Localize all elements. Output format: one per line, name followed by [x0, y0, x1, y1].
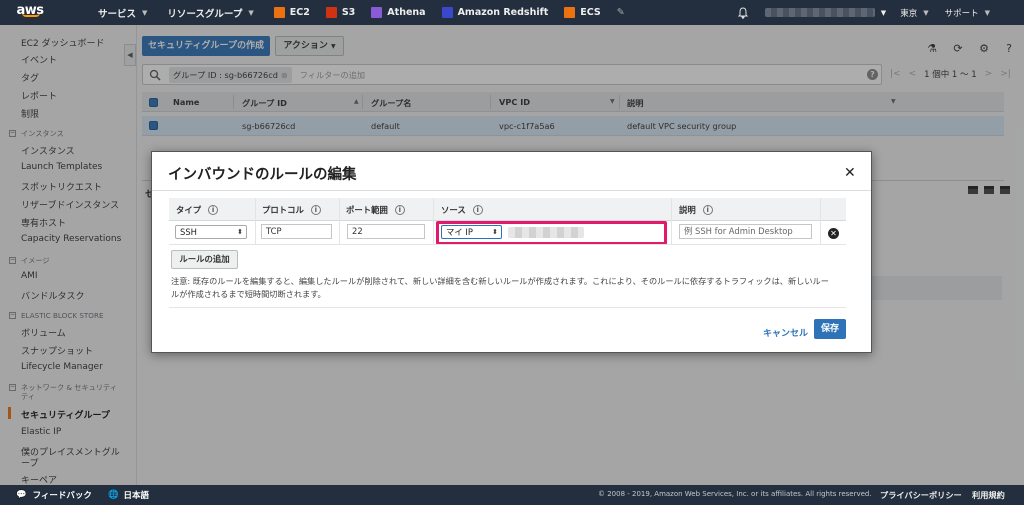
- shortcut-athena[interactable]: Athena: [363, 0, 433, 25]
- athena-icon: [371, 7, 383, 18]
- column-divider: [339, 198, 340, 244]
- s3-icon: [325, 7, 337, 18]
- shortcut-ecs[interactable]: ECS: [556, 0, 608, 25]
- ecs-icon: [564, 7, 576, 18]
- shortcut-label: S3: [341, 7, 356, 18]
- info-icon[interactable]: i: [310, 205, 321, 215]
- info-icon[interactable]: i: [208, 205, 219, 215]
- divider: [152, 190, 871, 191]
- shortcut-ec2[interactable]: EC2: [266, 0, 318, 25]
- feedback-label: フィードバック: [32, 491, 92, 501]
- info-icon[interactable]: i: [472, 205, 483, 215]
- divider: [169, 244, 846, 245]
- column-port-range: ポート範囲 i: [346, 204, 405, 216]
- feedback-link[interactable]: 💬 フィードバック: [16, 489, 92, 501]
- column-description-label: 説明: [679, 205, 696, 215]
- resource-groups-label: リソースグループ: [167, 8, 243, 20]
- bell-icon[interactable]: [737, 6, 749, 19]
- shortcut-label: EC2: [289, 7, 310, 18]
- chevron-down-icon: ▼: [142, 8, 148, 17]
- dialog-title: インバウンドのルールの編集: [168, 167, 357, 183]
- chevron-down-icon: ▼: [248, 8, 254, 17]
- shortcut-label: Amazon Redshift: [457, 7, 549, 18]
- support-label: サポート: [944, 8, 979, 19]
- aws-logo[interactable]: aws: [0, 3, 60, 18]
- shortcut-redshift[interactable]: Amazon Redshift: [434, 0, 557, 25]
- region-menu[interactable]: 東京 ▼: [892, 0, 936, 25]
- column-protocol: プロトコル i: [262, 204, 321, 216]
- port-range-field[interactable]: 22: [347, 224, 425, 239]
- chevron-down-icon: ▼: [923, 8, 929, 17]
- services-menu[interactable]: サービス ▼: [90, 0, 155, 25]
- language-label: 日本語: [123, 491, 150, 501]
- column-divider: [671, 198, 672, 244]
- add-rule-button[interactable]: ルールの追加: [171, 250, 238, 269]
- chevron-down-icon: ▼: [984, 8, 990, 17]
- edit-inbound-rules-dialog: インバウンドのルールの編集 ✕ タイプ i プロトコル i ポート範囲 i ソース i …: [151, 151, 872, 353]
- resource-groups-menu[interactable]: リソースグループ ▼: [159, 0, 261, 25]
- copyright: © 2008 - 2019, Amazon Web Services, Inc.…: [598, 490, 872, 498]
- protocol-field[interactable]: TCP: [261, 224, 332, 239]
- column-type: タイプ i: [176, 204, 219, 216]
- footer: 💬 フィードバック 🌐 日本語 © 2008 - 2019, Amazon Web …: [0, 485, 1024, 505]
- region-label: 東京: [900, 8, 918, 19]
- redshift-icon: [441, 7, 453, 18]
- save-button[interactable]: 保存: [814, 319, 846, 339]
- column-port-range-label: ポート範囲: [346, 205, 388, 215]
- column-divider: [255, 198, 256, 244]
- column-source-label: ソース: [441, 205, 466, 215]
- description-field[interactable]: 例 SSH for Admin Desktop: [679, 224, 812, 239]
- divider: [169, 307, 846, 308]
- info-icon[interactable]: i: [702, 205, 713, 215]
- shortcut-s3[interactable]: S3: [318, 0, 363, 25]
- language-selector[interactable]: 🌐 日本語: [108, 489, 149, 501]
- privacy-link[interactable]: プライバシーポリシー: [880, 489, 962, 501]
- account-menu[interactable]: [764, 8, 875, 17]
- shortcut-label: Athena: [387, 7, 426, 18]
- globe-icon: 🌐: [107, 490, 119, 500]
- source-highlight: [436, 221, 667, 245]
- rules-table-header: タイプ i プロトコル i ポート範囲 i ソース i 説明 i: [169, 198, 846, 221]
- type-select[interactable]: SSH ⬍: [175, 225, 247, 239]
- terms-link[interactable]: 利用規約: [972, 489, 1005, 501]
- column-divider: [820, 198, 821, 244]
- info-icon[interactable]: i: [394, 205, 405, 215]
- support-menu[interactable]: サポート ▼: [937, 0, 998, 25]
- chat-icon: 💬: [16, 490, 27, 500]
- warning-note: 注意: 既存のルールを編集すると、編集したルールが削除されて、新しい詳細を含む新…: [171, 276, 829, 299]
- type-value: SSH: [180, 227, 197, 237]
- account-chevron-icon: ▼: [880, 8, 887, 17]
- cancel-button[interactable]: キャンセル: [763, 326, 808, 339]
- ec2-icon: [273, 7, 285, 18]
- close-icon[interactable]: ✕: [844, 165, 856, 181]
- column-protocol-label: プロトコル: [262, 205, 304, 215]
- column-type-label: タイプ: [176, 205, 202, 215]
- remove-rule-icon[interactable]: ✕: [828, 228, 839, 239]
- column-divider: [433, 198, 434, 244]
- shortcut-label: ECS: [580, 7, 601, 18]
- pin-icon[interactable]: ✎: [609, 0, 633, 25]
- select-arrows-icon: ⬍: [237, 228, 243, 236]
- column-source: ソース i: [441, 204, 483, 216]
- column-description: 説明 i: [679, 204, 713, 216]
- services-label: サービス: [98, 8, 137, 20]
- top-navigation: aws サービス ▼ リソースグループ ▼ EC2 S3 Athena Amazon…: [0, 0, 1024, 25]
